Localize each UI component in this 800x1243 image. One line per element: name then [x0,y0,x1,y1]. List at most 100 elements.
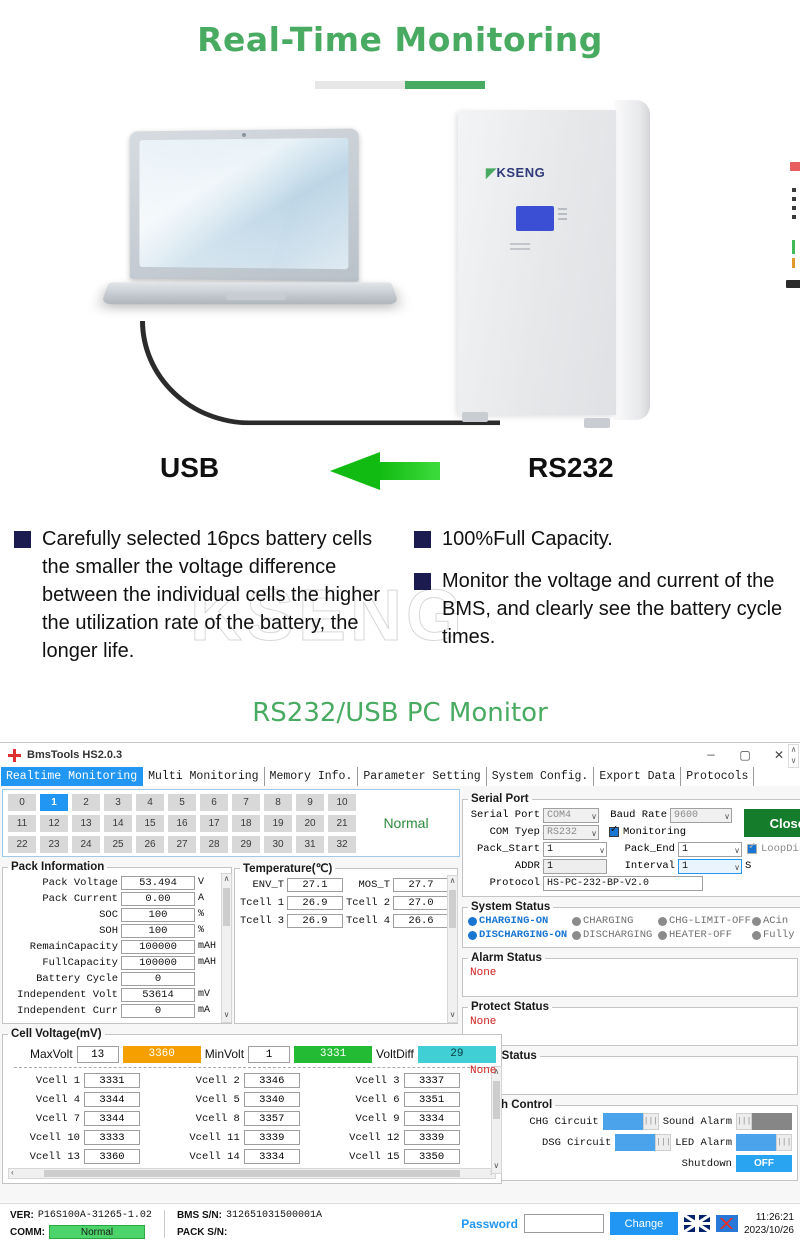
pack-button-15[interactable]: 15 [135,813,165,833]
row-value[interactable]: 0 [121,1003,195,1018]
shutdown-toggle[interactable]: OFF [736,1155,792,1172]
cell-value[interactable]: 3333 [84,1130,140,1145]
pack-button-31[interactable]: 31 [295,834,325,854]
cell-voltage-hscrollbar[interactable]: ‹ › [8,1168,496,1179]
tab-realtime-monitoring[interactable]: Realtime Monitoring [1,767,144,786]
pack-button-18[interactable]: 18 [231,813,261,833]
pack-button-3[interactable]: 3 [103,792,133,812]
row-value[interactable]: 0.00 [121,891,195,906]
scroll-down-icon[interactable]: ∨ [448,1010,457,1022]
cell-value[interactable]: 3344 [84,1111,140,1126]
fault-scrollbar[interactable]: ∧ ∨ [788,744,799,768]
pack-button-13[interactable]: 13 [71,813,101,833]
tab-multi-monitoring[interactable]: Multi Monitoring [143,767,265,786]
scroll-up-icon[interactable]: ∧ [222,874,231,886]
cell-value[interactable]: 3337 [403,1073,460,1088]
serial-port-select[interactable]: COM4 ∨ [543,807,599,823]
tab-export-data[interactable]: Export Data [594,767,682,786]
pack-button-12[interactable]: 12 [39,813,69,833]
pack-button-21[interactable]: 21 [327,813,357,833]
interval-select[interactable]: 1 ∨ [678,858,742,874]
cell-value[interactable]: 3351 [403,1092,460,1107]
monitoring-checkbox[interactable] [609,824,619,837]
cell-value[interactable]: 3339 [243,1130,300,1145]
pack-information-scrollbar[interactable]: ∧ ∨ [221,873,232,1023]
pack-start-select[interactable]: 1 ∨ [543,841,607,857]
scrollbar-thumb[interactable] [223,888,230,926]
row-value[interactable]: 100 [121,907,195,922]
dsg-circuit-toggle[interactable]: ||| [615,1134,672,1151]
pack-button-22[interactable]: 22 [7,834,37,854]
led-alarm-toggle[interactable]: ||| [736,1134,792,1151]
pack-button-14[interactable]: 14 [103,813,133,833]
cell-value[interactable]: 3334 [403,1111,460,1126]
cell-value[interactable]: 3344 [84,1092,140,1107]
cell-value[interactable]: 3350 [403,1149,460,1164]
row-value[interactable]: 26.9 [287,896,343,910]
cell-value[interactable]: 3334 [243,1149,300,1164]
tab-memory-info[interactable]: Memory Info. [265,767,359,786]
cell-value[interactable]: 3339 [403,1130,460,1145]
row-value[interactable]: 100000 [121,939,195,954]
pack-button-5[interactable]: 5 [167,792,197,812]
cell-value[interactable]: 3346 [243,1073,300,1088]
scroll-down-icon[interactable]: ∨ [492,1161,501,1173]
flag-uk-icon[interactable] [683,1215,710,1232]
cell-value[interactable]: 3331 [84,1073,140,1088]
pack-button-10[interactable]: 10 [327,792,357,812]
loopdisplay-checkbox[interactable] [747,841,757,854]
pack-button-1[interactable]: 1 [39,792,69,812]
sound-alarm-toggle[interactable]: ||| [736,1113,792,1130]
tab-protocols[interactable]: Protocols [681,767,755,786]
row-value[interactable]: 53614 [121,987,195,1002]
baud-rate-select[interactable]: 9600 ∨ [670,807,732,823]
pack-button-25[interactable]: 25 [103,834,133,854]
cell-value[interactable]: 3360 [84,1149,140,1164]
row-value[interactable]: 26.9 [287,914,343,928]
pack-button-26[interactable]: 26 [135,834,165,854]
row-value[interactable]: 27.0 [393,896,449,910]
pack-button-16[interactable]: 16 [167,813,197,833]
password-input[interactable] [523,1214,604,1233]
pack-button-6[interactable]: 6 [199,792,229,812]
row-value[interactable]: 100000 [121,955,195,970]
minimize-button[interactable]: — [694,748,728,763]
cell-value[interactable]: 3357 [243,1111,300,1126]
pack-end-select[interactable]: 1 ∨ [678,841,742,857]
pack-button-19[interactable]: 19 [263,813,293,833]
pack-button-23[interactable]: 23 [39,834,69,854]
row-value[interactable]: 0 [121,971,195,986]
pack-button-9[interactable]: 9 [295,792,325,812]
pack-button-7[interactable]: 7 [231,792,261,812]
pack-button-32[interactable]: 32 [327,834,357,854]
row-value[interactable]: 26.6 [393,914,449,928]
scroll-up-icon[interactable]: ∧ [448,876,457,888]
pack-button-30[interactable]: 30 [263,834,293,854]
pack-button-29[interactable]: 29 [231,834,261,854]
com-type-select[interactable]: RS232 ∨ [543,824,599,840]
row-value[interactable]: 100 [121,923,195,938]
protocol-input[interactable]: HS-PC-232-BP-V2.0 [543,875,703,891]
scroll-down-icon[interactable]: ∨ [222,1010,231,1022]
pack-button-24[interactable]: 24 [71,834,101,854]
pack-button-20[interactable]: 20 [295,813,325,833]
scroll-left-icon[interactable]: ‹ [10,1169,15,1178]
pack-button-17[interactable]: 17 [199,813,229,833]
temperature-scrollbar[interactable]: ∧ ∨ [447,875,458,1023]
addr-input[interactable]: 1 [543,858,607,874]
row-value[interactable]: 27.1 [287,878,343,892]
cell-value[interactable]: 3340 [243,1092,300,1107]
close-connection-button[interactable]: Close [744,809,800,837]
chg-circuit-toggle[interactable]: ||| [602,1113,659,1130]
scrollbar-thumb[interactable] [449,890,456,928]
pack-button-28[interactable]: 28 [199,834,229,854]
tab-system-config[interactable]: System Config. [487,767,595,786]
maximize-button[interactable]: ▢ [728,748,762,763]
row-value[interactable]: 53.494 [121,875,195,890]
pack-button-27[interactable]: 27 [167,834,197,854]
pack-button-4[interactable]: 4 [135,792,165,812]
row-value[interactable]: 27.7 [393,878,449,892]
pack-button-8[interactable]: 8 [263,792,293,812]
pack-button-11[interactable]: 11 [7,813,37,833]
change-password-button[interactable]: Change [609,1212,678,1235]
